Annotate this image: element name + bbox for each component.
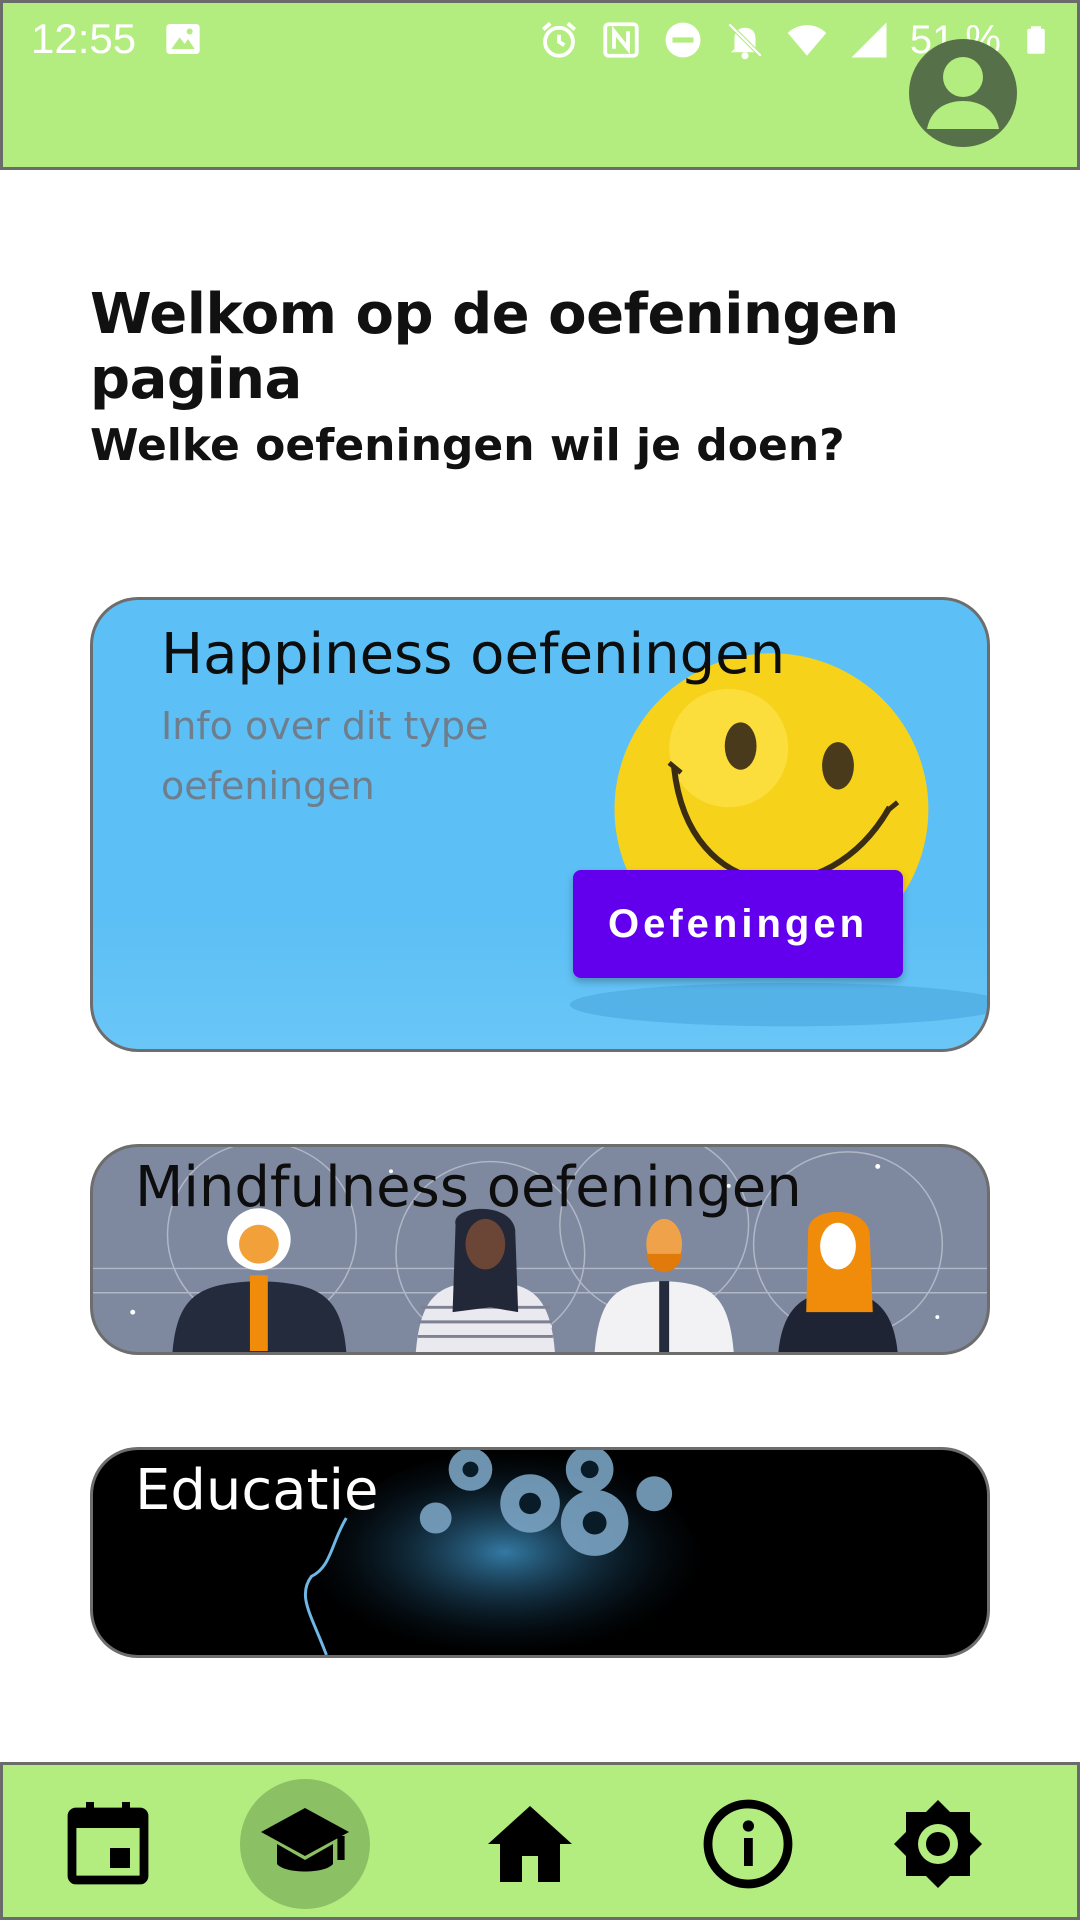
exercises-screen: 12:55 Welkom op de oefeningen pagina Wel… xyxy=(0,0,1080,1920)
education-card[interactable]: Educatie xyxy=(90,1447,990,1658)
nav-exercises[interactable] xyxy=(240,1779,370,1909)
status-time: 12:55 xyxy=(31,15,137,62)
bottom-navigation xyxy=(0,1762,1080,1920)
profile-button[interactable] xyxy=(909,39,1017,147)
happiness-card-title: Happiness oefeningen xyxy=(161,622,786,687)
info-icon xyxy=(703,1799,793,1889)
nfc-icon xyxy=(603,22,639,58)
alarm-icon xyxy=(541,21,576,58)
do-not-disturb-icon xyxy=(665,22,701,58)
wifi-icon xyxy=(787,25,827,56)
education-card-title: Educatie xyxy=(135,1458,379,1523)
nav-home[interactable] xyxy=(465,1779,595,1909)
bell-off-icon xyxy=(727,22,763,60)
oefeningen-button[interactable]: Oefeningen xyxy=(573,870,903,978)
nav-settings[interactable] xyxy=(873,1779,1003,1909)
signal-icon xyxy=(851,22,887,58)
page-subtitle: Welke oefeningen wil je doen? xyxy=(90,420,845,471)
top-app-bar: 12:55 xyxy=(0,0,1080,170)
home-icon xyxy=(488,1806,572,1882)
battery-icon xyxy=(1027,26,1045,54)
settings-icon xyxy=(894,1800,982,1888)
page-title: Welkom op de oefeningen pagina xyxy=(90,282,899,412)
happiness-card-info: Info over dit type oefeningen xyxy=(161,704,489,808)
school-icon xyxy=(261,1808,349,1872)
account-circle-icon xyxy=(927,57,999,129)
mindfulness-card[interactable]: Mindfulness oefeningen xyxy=(90,1144,990,1355)
happiness-card[interactable]: Happiness oefeningen Info over dit type … xyxy=(90,597,990,1052)
calendar-icon xyxy=(67,1802,149,1885)
mindfulness-card-title: Mindfulness oefeningen xyxy=(135,1155,802,1220)
image-icon xyxy=(166,24,200,54)
nav-info[interactable] xyxy=(683,1779,813,1909)
nav-calendar[interactable] xyxy=(43,1779,173,1909)
